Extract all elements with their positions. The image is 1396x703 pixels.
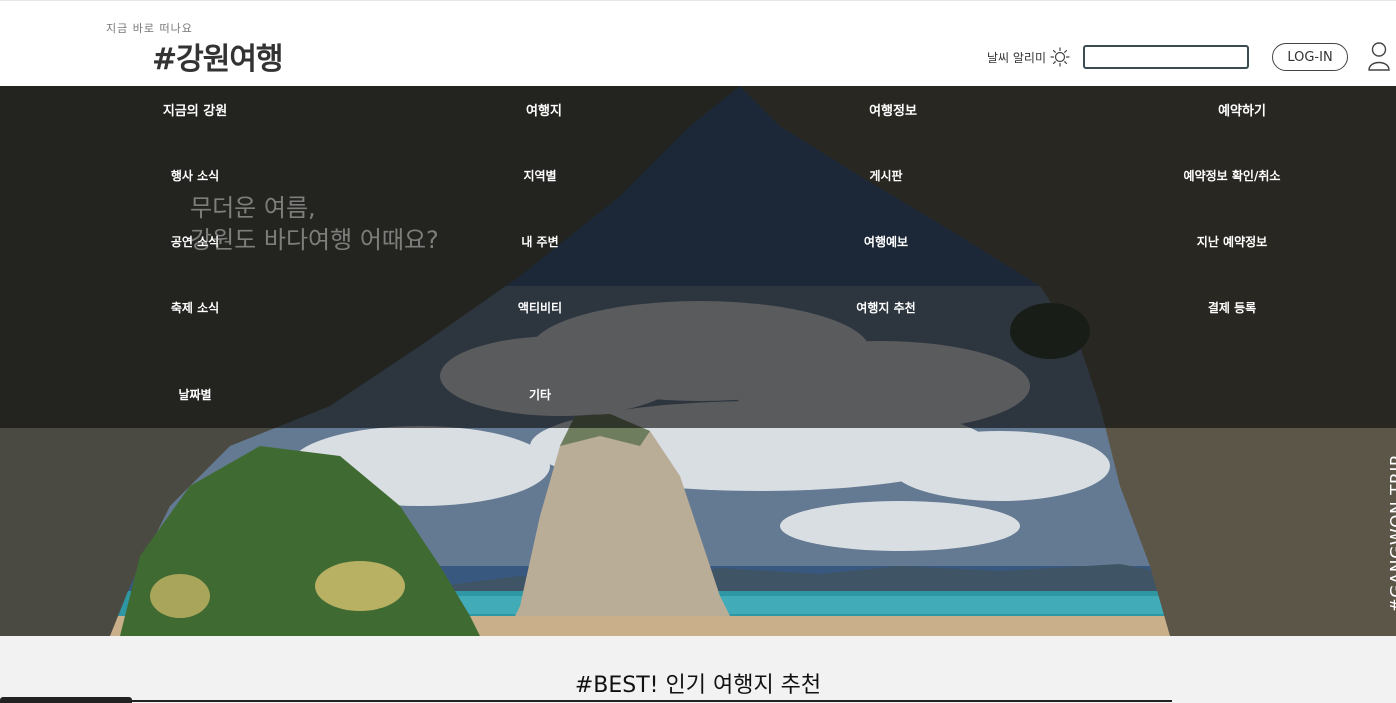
search-input[interactable]: [1083, 45, 1249, 69]
nav-item-booking-check[interactable]: 예약정보 확인/취소: [1184, 167, 1281, 184]
nav-dropdown-panel: [0, 86, 1396, 428]
sun-icon: [1050, 47, 1070, 67]
site-header: 지금 바로 떠나요 #강원여행 날씨 알리미 LOG-IN: [0, 0, 1396, 86]
best-section: #BEST! 인기 여행지 추천: [0, 636, 1396, 703]
hero-banner: 지금의 강원 행사 소식 공연 소식 축제 소식 날짜별 여행지 지역별 내 주…: [0, 86, 1396, 636]
nav-item-travel-forecast[interactable]: 여행예보: [864, 233, 908, 250]
vertical-brand-text: #GANGWON TRIP: [1366, 455, 1396, 612]
best-section-divider: [0, 700, 1172, 702]
vertical-brand-label: #GANGWON TRIP: [1387, 455, 1396, 613]
nav-head-destinations[interactable]: 여행지: [526, 100, 562, 119]
weather-widget[interactable]: 날씨 알리미: [987, 47, 1070, 67]
weather-label: 날씨 알리미: [987, 50, 1047, 65]
nav-item-events[interactable]: 행사 소식: [171, 167, 219, 184]
best-section-title: #BEST! 인기 여행지 추천: [574, 673, 822, 698]
nav-head-now-gangwon[interactable]: 지금의 강원: [163, 100, 227, 119]
nav-item-nearby[interactable]: 내 주변: [521, 233, 558, 250]
nav-item-festivals[interactable]: 축제 소식: [171, 299, 219, 316]
status-bar-tab: [0, 697, 132, 703]
nav-head-travel-info[interactable]: 여행정보: [869, 100, 917, 119]
hero-headline-line1: 무더운 여름,: [190, 194, 316, 222]
nav-item-board[interactable]: 게시판: [869, 167, 902, 184]
hero-headline: 무더운 여름, 강원도 바다여행 어때요?: [190, 192, 439, 256]
nav-item-recommendations[interactable]: 여행지 추천: [856, 299, 915, 316]
nav-item-other[interactable]: 기타: [529, 386, 551, 403]
login-button[interactable]: LOG-IN: [1272, 43, 1348, 71]
nav-head-booking[interactable]: 예약하기: [1218, 100, 1266, 119]
nav-item-past-bookings[interactable]: 지난 예약정보: [1197, 233, 1267, 250]
site-logo[interactable]: #강원여행: [152, 34, 284, 78]
user-icon[interactable]: [1367, 41, 1391, 71]
nav-item-by-date[interactable]: 날짜별: [178, 386, 211, 403]
nav-item-activities[interactable]: 액티비티: [518, 299, 562, 316]
nav-item-by-region[interactable]: 지역별: [523, 167, 556, 184]
hero-headline-line2: 강원도 바다여행 어때요?: [190, 226, 439, 254]
nav-item-payment-register[interactable]: 결제 등록: [1208, 299, 1256, 316]
